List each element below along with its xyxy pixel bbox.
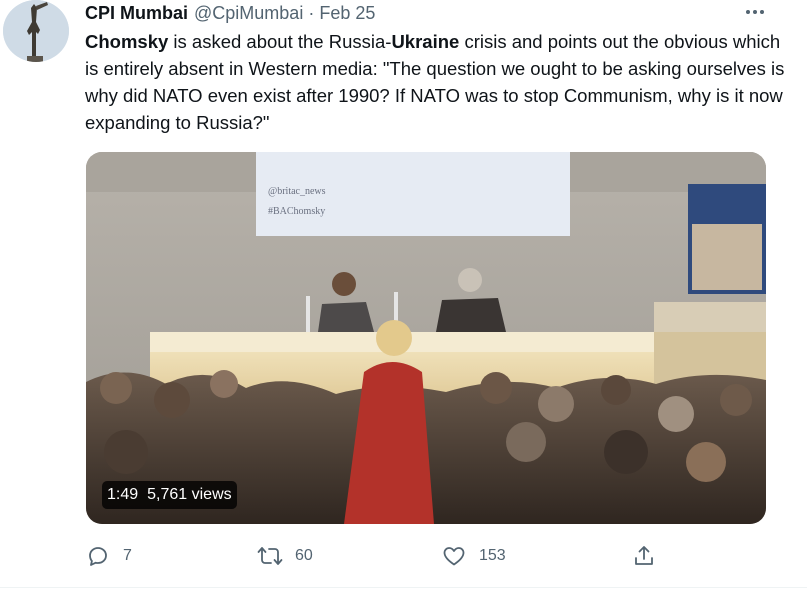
reply-button[interactable]: 7: [85, 540, 132, 572]
tweet-text-bold-segment: Chomsky: [85, 31, 169, 52]
separator-dot: ·: [308, 2, 315, 23]
more-horizontal-icon[interactable]: [742, 2, 768, 22]
video-frame-image: @britac_news #BAChomsky: [86, 152, 766, 524]
tweet-text: Chomsky is asked about the Russia-Ukrain…: [85, 28, 785, 136]
divider: [0, 587, 807, 588]
like-count: 153: [479, 547, 506, 564]
share-icon: [631, 543, 657, 569]
like-icon: [441, 543, 467, 569]
retweet-button[interactable]: 60: [257, 540, 313, 572]
author-name[interactable]: CPI Mumbai: [85, 3, 188, 24]
avatar[interactable]: [3, 0, 69, 62]
retweet-icon: [257, 543, 283, 569]
video-views: 5,761 views: [147, 486, 232, 503]
video-duration: 1:49: [107, 486, 139, 503]
slide-line-1: @britac_news: [268, 186, 326, 197]
share-button[interactable]: [631, 540, 657, 572]
video-player[interactable]: @britac_news #BAChomsky: [86, 152, 766, 524]
author-handle[interactable]: @CpiMumbai: [194, 3, 303, 24]
like-button[interactable]: 153: [441, 540, 506, 572]
reply-icon: [85, 543, 111, 569]
tweet-header: CPI Mumbai @CpiMumbai · Feb 25: [85, 2, 375, 24]
tweet-date[interactable]: Feb 25: [319, 3, 375, 24]
tweet-actions: 7 60 153: [85, 540, 775, 572]
tweet-text-bold-segment: Ukraine: [391, 31, 460, 52]
video-info-badge: 1:49 5,761 views: [102, 481, 237, 509]
tweet[interactable]: CPI Mumbai @CpiMumbai · Feb 25 Chomsky i…: [0, 0, 807, 592]
reply-count: 7: [123, 547, 132, 564]
retweet-count: 60: [295, 547, 313, 564]
tweet-text-segment: is asked about the Russia-: [168, 31, 392, 52]
slide-line-2: #BAChomsky: [268, 206, 325, 217]
